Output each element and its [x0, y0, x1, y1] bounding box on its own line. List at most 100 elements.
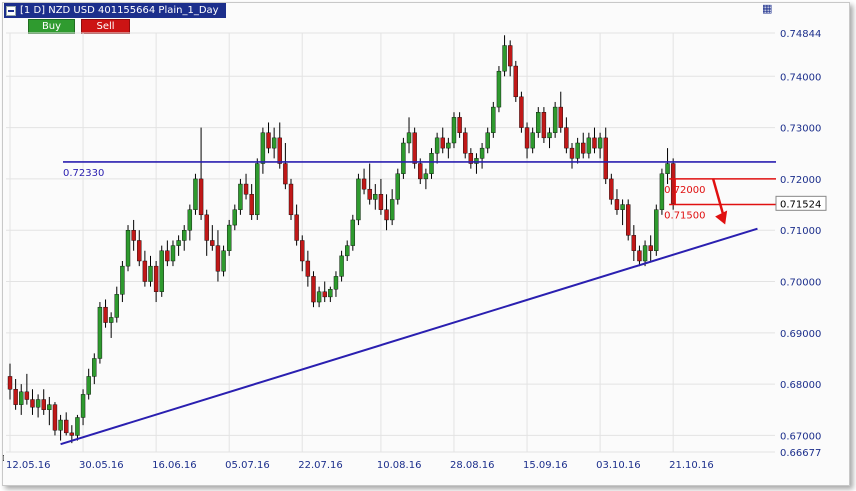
- candle-body: [552, 106, 558, 133]
- candle-body: [378, 194, 384, 210]
- x-tick-label: 05.07.16: [225, 460, 270, 471]
- x-tick-label: 03.10.16: [596, 460, 641, 471]
- y-tick-label: 0.70000: [780, 278, 821, 289]
- candle-body: [170, 245, 176, 262]
- candle-body: [311, 276, 316, 303]
- candle-body: [142, 260, 148, 282]
- candle-body: [597, 137, 603, 149]
- y-tick-label: 0.72000: [780, 175, 821, 186]
- candle-body: [440, 137, 445, 149]
- candle-body: [243, 183, 249, 195]
- candle-body: [165, 250, 170, 262]
- candle-body: [418, 163, 423, 180]
- candle-body: [614, 199, 620, 210]
- candle-body: [389, 199, 395, 221]
- candle-body: [620, 204, 625, 210]
- candle-body: [502, 45, 507, 72]
- candle-body: [120, 265, 125, 295]
- y-tick-label: 0.69000: [780, 329, 821, 340]
- candle-body: [637, 250, 642, 262]
- candle-body: [148, 265, 153, 282]
- candle-body: [47, 404, 52, 410]
- candle-body: [581, 142, 586, 154]
- candle-body: [249, 194, 254, 216]
- x-tick-label: 12.05.16: [6, 460, 51, 471]
- candle-body: [30, 399, 35, 408]
- candle-body: [626, 204, 631, 236]
- candle-body: [210, 240, 215, 246]
- candle-body: [69, 432, 75, 436]
- candle-body: [221, 250, 226, 272]
- candle-body: [232, 209, 238, 226]
- y-tick-label: 0.74844: [780, 29, 821, 40]
- candle-body: [159, 250, 164, 292]
- candle-body: [451, 117, 457, 144]
- y-tick-label: 0.68000: [780, 380, 821, 391]
- candle-body: [108, 317, 114, 323]
- candle-body: [19, 391, 24, 405]
- candle-body: [316, 291, 322, 303]
- candle-body: [463, 132, 468, 154]
- candle-body: [384, 209, 389, 221]
- candle-body: [13, 389, 18, 405]
- candle-body: [277, 137, 282, 164]
- x-tick-label: 30.05.16: [79, 460, 124, 471]
- candle-body: [373, 194, 378, 200]
- candle-body: [92, 358, 97, 377]
- candle-body: [103, 306, 108, 323]
- x-tick-label: 21.10.16: [669, 460, 714, 471]
- trend-line: [60, 227, 758, 446]
- candle-body: [131, 230, 136, 241]
- candle-body: [226, 224, 232, 251]
- x-tick-label: 22.07.16: [298, 460, 343, 471]
- candle-body: [350, 219, 356, 246]
- candle-body: [24, 391, 30, 400]
- candle-body: [547, 132, 552, 139]
- candle-body: [356, 178, 361, 221]
- candle-body: [648, 245, 653, 251]
- candle-body: [260, 132, 266, 164]
- candle-body: [97, 306, 103, 359]
- candle-body: [339, 255, 344, 277]
- candle-body: [114, 294, 119, 318]
- candle-body: [423, 173, 429, 180]
- candle-body: [603, 137, 608, 180]
- candle-body: [446, 142, 451, 149]
- y-tick-label: 0.74000: [780, 72, 821, 83]
- x-tick-label: 16.06.16: [152, 460, 197, 471]
- candle-body: [507, 45, 513, 67]
- x-tick-label: 28.08.16: [450, 460, 495, 471]
- candle-body: [642, 245, 648, 262]
- candle-body: [412, 132, 417, 164]
- candle-body: [7, 376, 13, 390]
- candle-body: [125, 230, 131, 267]
- candle-body: [631, 235, 637, 251]
- x-tick-label: 10.08.16: [377, 460, 422, 471]
- x-tick-label: 15.09.16: [523, 460, 568, 471]
- candle-body: [592, 137, 597, 149]
- y-tick-label: 0.66677: [780, 448, 821, 459]
- candle-body: [204, 214, 209, 241]
- candle-body: [63, 419, 69, 434]
- candle-body: [361, 178, 367, 190]
- candle-body: [187, 209, 193, 231]
- candle-body: [524, 127, 530, 149]
- candle-body: [333, 276, 339, 290]
- candle-body: [80, 394, 86, 418]
- candle-body: [496, 70, 502, 108]
- candle-body: [519, 96, 524, 128]
- candle-body: [198, 178, 204, 216]
- candle-body: [305, 260, 311, 277]
- target-label-upper: 0.72000: [664, 185, 705, 196]
- candle-body: [41, 399, 46, 410]
- candle-body: [35, 399, 41, 408]
- candle-body: [654, 209, 659, 251]
- candle-body: [300, 240, 305, 262]
- current-price-label: 0.71524: [780, 199, 821, 210]
- candle-body: [322, 291, 327, 298]
- candle-body: [75, 417, 80, 436]
- candlestick-chart: 0.72330 0.72000 0.71500 0.71524 0.74844 0.7…: [6, 29, 827, 471]
- candle-body: [345, 245, 350, 257]
- y-tick-label: 0.67000: [780, 431, 821, 442]
- candle-body: [58, 419, 63, 431]
